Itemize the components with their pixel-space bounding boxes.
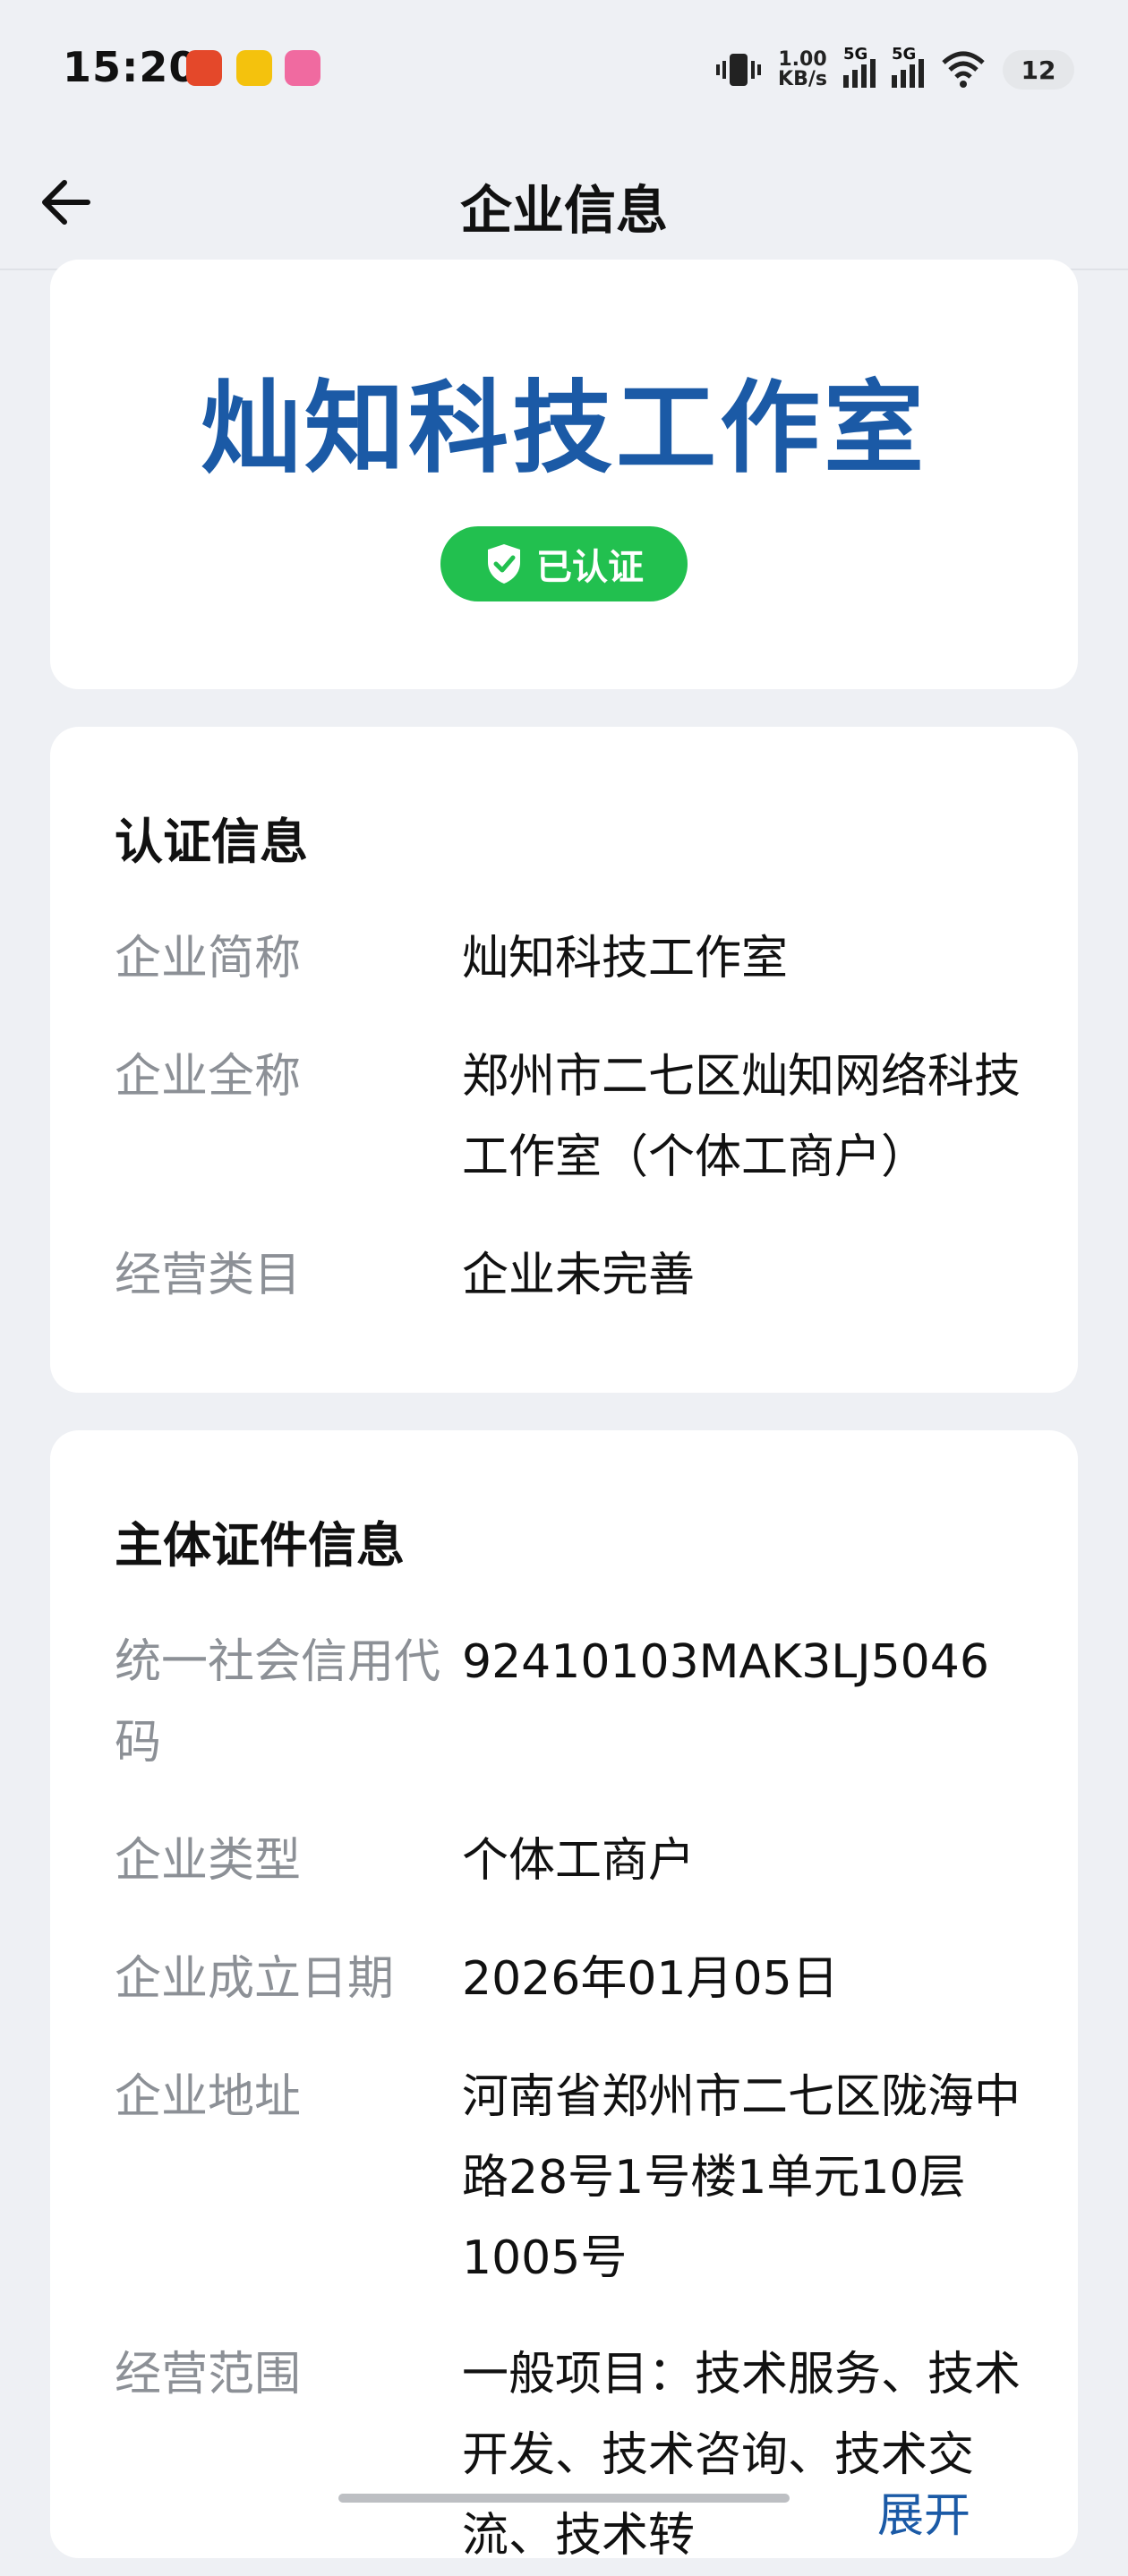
verified-label: 已认证 — [536, 547, 644, 588]
info-value: 河南省郑州市二七区陇海中路28号1号楼1单元10层1005号 — [462, 2070, 1021, 2285]
app-notification-icon-2 — [236, 50, 272, 86]
info-row: 企业地址 河南省郑州市二七区陇海中路28号1号楼1单元10层1005号 — [115, 2057, 1024, 2299]
info-value: 个体工商户 — [462, 1834, 696, 1888]
info-row: 企业类型 个体工商户 — [115, 1821, 1024, 1901]
expand-link[interactable]: 展开 — [877, 2478, 970, 2545]
info-label: 经营类目 — [115, 1249, 302, 1302]
cert-info-title: 认证信息 — [115, 814, 308, 870]
shield-check-icon — [488, 544, 520, 584]
net-speed-unit: KB/s — [778, 68, 827, 90]
company-header-card: 灿知科技工作室 已认证 — [50, 260, 1078, 689]
signal-label-2: 5G — [892, 45, 917, 64]
net-speed: 1.00 KB/s — [778, 50, 827, 90]
home-indicator[interactable] — [338, 2494, 790, 2503]
signal-icon-1: 5G — [843, 45, 876, 88]
app-notification-icon-1 — [186, 50, 222, 86]
info-label: 企业全称 — [115, 1050, 302, 1104]
info-value: 灿知科技工作室 — [462, 932, 789, 985]
info-label: 企业类型 — [115, 1834, 302, 1888]
page-title: 企业信息 — [459, 180, 668, 241]
subject-info-title: 主体证件信息 — [115, 1517, 405, 1574]
info-value: 企业未完善 — [462, 1249, 696, 1302]
info-row: 企业全称 郑州市二七区灿知网络科技工作室（个体工商户） — [115, 1036, 1024, 1198]
app-notification-icon-3 — [285, 50, 320, 86]
info-label: 统一社会信用代码 — [115, 1635, 441, 1770]
status-bar: 15:20 1.00 KB/s 5G 5G 12 — [0, 0, 1128, 134]
info-row: 企业成立日期 2026年01月05日 — [115, 1939, 1024, 2019]
subject-info-card: 主体证件信息 统一社会信用代码 92410103MAK3LJ5046 企业类型 … — [50, 1430, 1078, 2563]
info-row: 经营类目 企业未完善 — [115, 1235, 1024, 1316]
info-value: 92410103MAK3LJ5046 — [462, 1635, 989, 1689]
battery-indicator: 12 — [1003, 50, 1074, 90]
info-value: 2026年01月05日 — [462, 1952, 839, 2006]
info-label: 企业简称 — [115, 932, 302, 985]
company-name: 灿知科技工作室 — [201, 371, 927, 487]
info-label: 企业成立日期 — [115, 1952, 395, 2006]
signal-icon-2: 5G — [892, 45, 924, 88]
info-value: 郑州市二七区灿知网络科技工作室（个体工商户） — [462, 1050, 1021, 1184]
info-row: 统一社会信用代码 92410103MAK3LJ5046 — [115, 1622, 1024, 1783]
signal-label-1: 5G — [843, 45, 868, 64]
cert-info-card: 认证信息 企业简称 灿知科技工作室 企业全称 郑州市二七区灿知网络科技工作室（个… — [50, 727, 1078, 1393]
info-label: 经营范围 — [115, 2348, 302, 2401]
title-bar: 企业信息 — [0, 134, 1128, 270]
vibrate-icon — [716, 54, 762, 86]
verified-badge: 已认证 — [440, 526, 688, 601]
info-label: 企业地址 — [115, 2070, 302, 2124]
wifi-icon — [942, 51, 985, 88]
info-row: 企业简称 灿知科技工作室 — [115, 918, 1024, 999]
status-time: 15:20 — [63, 43, 199, 91]
net-speed-value: 1.00 — [778, 48, 827, 71]
